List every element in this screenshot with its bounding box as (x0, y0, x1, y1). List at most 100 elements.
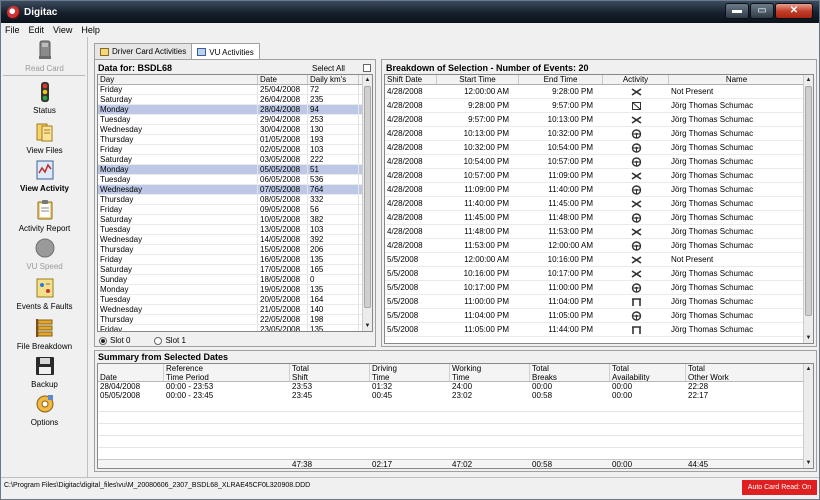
sidebar-item-vu-speed[interactable]: VU Speed (1, 237, 88, 271)
event-cell: Not Present (671, 254, 714, 264)
scroll-thumb[interactable] (805, 86, 812, 316)
day-row[interactable]: Friday 02/05/2008 103 (98, 145, 372, 155)
day-row[interactable]: Wednesday 30/04/2008 130 (98, 125, 372, 135)
header-day[interactable]: Day (98, 75, 258, 84)
scroll-thumb[interactable] (364, 86, 371, 308)
event-row[interactable]: 4/28/2008 9:57:00 PM 10:13:00 PM Jörg Thoma… (385, 113, 813, 127)
day-row[interactable]: Sunday 18/05/2008 0 (98, 275, 372, 285)
event-cell: 4/28/2008 (387, 212, 423, 222)
day-row[interactable]: Friday 25/04/2008 72 (98, 85, 372, 95)
scroll-down-icon[interactable]: ▼ (804, 458, 813, 468)
scroll-up-icon[interactable]: ▲ (363, 75, 372, 85)
event-row[interactable]: 4/28/2008 10:13:00 PM 10:32:00 PM Jörg Thom… (385, 127, 813, 141)
select-all-checkbox[interactable] (363, 64, 371, 72)
day-cell: Thursday (98, 195, 258, 204)
event-row[interactable]: 4/28/2008 11:45:00 PM 11:48:00 PM Jörg Thom… (385, 211, 813, 225)
day-row[interactable]: Saturday 26/04/2008 235 (98, 95, 372, 105)
summary-cell: 22:17 (688, 391, 709, 400)
header-start-time[interactable]: Start Time (437, 75, 519, 84)
tab-driver-card-activities[interactable]: Driver Card Activities (94, 43, 193, 59)
event-row[interactable]: 4/28/2008 11:48:00 PM 11:53:00 PM Jörg Thom… (385, 225, 813, 239)
menu-file[interactable]: File (5, 25, 20, 35)
header-activity[interactable]: Activity (603, 75, 669, 84)
scroll-down-icon[interactable]: ▼ (363, 321, 372, 331)
summary-blank-row (98, 412, 813, 424)
sidebar-item-events-faults[interactable]: Events & Faults (1, 277, 88, 311)
summary-scrollbar[interactable]: ▲ ▼ (803, 364, 813, 468)
day-row[interactable]: Thursday 22/05/2008 198 (98, 315, 372, 325)
minimize-button[interactable]: ▬ (725, 3, 749, 19)
days-grid: Day Date Daily km's Friday 25/04/2008 72 Sa… (97, 74, 373, 332)
day-row[interactable]: Friday 09/05/2008 56 (98, 205, 372, 215)
event-row[interactable]: 4/28/2008 10:57:00 PM 11:09:00 PM Jörg Thom… (385, 169, 813, 183)
event-row[interactable]: 4/28/2008 9:28:00 PM 9:57:00 PM Jörg Thomas… (385, 99, 813, 113)
event-row[interactable]: 4/28/2008 11:09:00 PM 11:40:00 PM Jörg Thom… (385, 183, 813, 197)
event-row[interactable]: 4/28/2008 11:40:00 PM 11:45:00 PM Jörg Thom… (385, 197, 813, 211)
sidebar-item-read-card[interactable]: Read Card (1, 39, 88, 73)
maximize-button[interactable]: ▭ (750, 3, 774, 19)
sidebar-item-activity-report[interactable]: Activity Report (1, 199, 88, 233)
sidebar-item-options[interactable]: Options (1, 393, 88, 427)
day-row[interactable]: Tuesday 13/05/2008 103 (98, 225, 372, 235)
sidebar-item-view-files[interactable]: View Files (1, 121, 88, 155)
summary-row[interactable]: 28/04/2008 00:00 - 23:53 23:53 01:32 24:00 00… (98, 382, 813, 391)
event-row[interactable]: 4/28/2008 11:53:00 PM 12:00:00 AM Jörg Thom… (385, 239, 813, 253)
summary-cell: 28/04/2008 (100, 382, 141, 391)
day-row[interactable]: Saturday 03/05/2008 222 (98, 155, 372, 165)
header-shift-date[interactable]: Shift Date (385, 75, 437, 84)
events-scrollbar[interactable]: ▲ ▼ (803, 75, 813, 343)
scroll-up-icon[interactable]: ▲ (804, 364, 813, 374)
tab-vu-activities[interactable]: VU Activities (191, 43, 260, 60)
day-row[interactable]: Wednesday 14/05/2008 392 (98, 235, 372, 245)
event-row[interactable]: 5/5/2008 10:17:00 PM 11:00:00 PM Jörg Thoma… (385, 281, 813, 295)
day-row[interactable]: Friday 16/05/2008 135 (98, 255, 372, 265)
day-row[interactable]: Wednesday 21/05/2008 140 (98, 305, 372, 315)
sidebar-item-backup[interactable]: Backup (1, 355, 88, 389)
event-row[interactable]: 5/5/2008 11:00:00 PM 11:04:00 PM Jörg Thoma… (385, 295, 813, 309)
event-row[interactable]: 4/28/2008 10:32:00 PM 10:54:00 PM Jörg Thom… (385, 141, 813, 155)
header-end-time[interactable]: End Time (519, 75, 603, 84)
event-cell: 11:04:00 PM (464, 310, 509, 320)
day-row[interactable]: Tuesday 29/04/2008 253 (98, 115, 372, 125)
event-row[interactable]: 5/5/2008 11:04:00 PM 11:05:00 PM Jörg Thoma… (385, 309, 813, 323)
day-row[interactable]: Saturday 17/05/2008 165 (98, 265, 372, 275)
header-daily-km[interactable]: Daily km's (308, 75, 359, 84)
day-row[interactable]: Monday 05/05/2008 51 (98, 165, 372, 175)
day-cell: 253 (308, 115, 359, 124)
days-scrollbar[interactable]: ▲ ▼ (362, 75, 372, 331)
day-row[interactable]: Thursday 15/05/2008 206 (98, 245, 372, 255)
day-row[interactable]: Monday 19/05/2008 135 (98, 285, 372, 295)
header-date[interactable]: Date (258, 75, 308, 84)
slot0-radio[interactable] (99, 336, 107, 345)
summary-totals-row: 47:38 02:17 47:02 00:58 00:00 44:45 (98, 459, 805, 468)
event-row[interactable]: 5/5/2008 10:16:00 PM 10:17:00 PM Jörg Thoma… (385, 267, 813, 281)
scroll-down-icon[interactable]: ▼ (804, 333, 813, 343)
day-row[interactable]: Wednesday 07/05/2008 764 (98, 185, 372, 195)
scroll-up-icon[interactable]: ▲ (804, 75, 813, 85)
event-row[interactable]: 4/28/2008 10:54:00 PM 10:57:00 PM Jörg Thom… (385, 155, 813, 169)
event-row[interactable]: 4/28/2008 12:00:00 AM 9:28:00 PM Not Presen… (385, 85, 813, 99)
auto-card-read-indicator[interactable]: Auto Card Read: On (742, 480, 817, 495)
day-row[interactable]: Friday 23/05/2008 135 (98, 325, 372, 331)
day-row[interactable]: Monday 28/04/2008 94 (98, 105, 372, 115)
day-row[interactable]: Thursday 08/05/2008 332 (98, 195, 372, 205)
day-row[interactable]: Tuesday 06/05/2008 536 (98, 175, 372, 185)
header-name[interactable]: Name (669, 75, 805, 84)
slot1-radio[interactable] (154, 336, 163, 345)
day-cell: 130 (308, 125, 359, 134)
menu-help[interactable]: Help (81, 25, 100, 35)
activity-cell (603, 101, 669, 111)
close-button[interactable]: ✕ (775, 3, 813, 19)
day-row[interactable]: Thursday 01/05/2008 193 (98, 135, 372, 145)
sidebar-item-file-breakdown[interactable]: File Breakdown (1, 317, 88, 351)
sidebar-item-status[interactable]: Status (1, 81, 88, 115)
menu-edit[interactable]: Edit (29, 25, 45, 35)
day-row[interactable]: Tuesday 20/05/2008 164 (98, 295, 372, 305)
summary-cell: 05/05/2008 (100, 391, 141, 400)
event-row[interactable]: 5/5/2008 12:00:00 AM 10:16:00 PM Not Presen… (385, 253, 813, 267)
summary-row[interactable]: 05/05/2008 00:00 - 23:45 23:45 00:45 23:02 00… (98, 391, 813, 400)
day-row[interactable]: Saturday 10/05/2008 382 (98, 215, 372, 225)
event-row[interactable]: 5/5/2008 11:05:00 PM 11:44:00 PM Jörg Thoma… (385, 323, 813, 337)
menu-view[interactable]: View (53, 25, 72, 35)
sidebar-item-view-activity[interactable]: View Activity (1, 159, 88, 193)
